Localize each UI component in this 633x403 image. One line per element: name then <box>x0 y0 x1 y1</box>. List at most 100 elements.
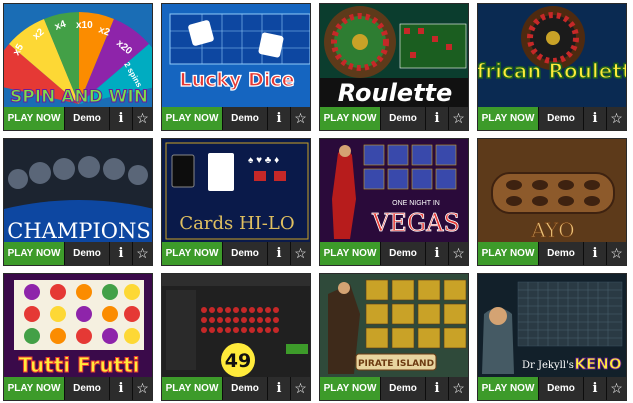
game-logo: PIRATE ISLAND <box>358 359 434 369</box>
play-now-button[interactable]: PLAY NOW <box>320 107 381 130</box>
demo-button[interactable]: Demo <box>539 242 584 265</box>
game-thumbnail[interactable]: Dr Jekyll's KENO <box>478 274 626 378</box>
demo-button[interactable]: Demo <box>381 242 426 265</box>
info-icon[interactable]: i <box>110 107 133 130</box>
game-card-lucky-dice: Lucky Dice PLAY NOW Demo i ☆ <box>161 3 311 131</box>
info-icon[interactable]: i <box>110 377 133 400</box>
demo-button[interactable]: Demo <box>223 107 268 130</box>
game-thumbnail[interactable]: ONE NIGHT IN VEGAS <box>320 139 468 243</box>
game-logo: KENO <box>574 355 621 373</box>
demo-button[interactable]: Demo <box>223 377 268 400</box>
lucky-dice-artwork: Lucky Dice <box>162 4 310 108</box>
game-card-roulette: Roulette PLAY NOW Demo i ☆ <box>319 3 469 131</box>
champions-artwork: CHAMPIONS <box>4 139 152 243</box>
demo-button[interactable]: Demo <box>65 107 110 130</box>
game-card-african-roulette: African Roulette PLAY NOW Demo i ☆ <box>477 3 627 131</box>
play-now-button[interactable]: PLAY NOW <box>478 377 539 400</box>
info-icon[interactable]: i <box>584 107 607 130</box>
game-action-bar: PLAY NOW Demo i ☆ <box>320 377 468 400</box>
game-logo: Lucky Dice <box>180 69 295 91</box>
info-icon[interactable]: i <box>426 107 449 130</box>
info-icon[interactable]: i <box>268 242 291 265</box>
game-action-bar: PLAY NOW Demo i ☆ <box>320 107 468 130</box>
game-card-tutti-frutti: Tutti Frutti PLAY NOW Demo i ☆ <box>3 273 153 401</box>
play-now-button[interactable]: PLAY NOW <box>4 107 65 130</box>
game-logo: 49 <box>225 350 251 372</box>
play-now-button[interactable]: PLAY NOW <box>320 377 381 400</box>
game-action-bar: PLAY NOW Demo i ☆ <box>4 242 152 265</box>
star-icon[interactable]: ☆ <box>449 242 468 265</box>
game-card-pirate-island: PIRATE ISLAND PLAY NOW Demo i ☆ <box>319 273 469 401</box>
game-thumbnail[interactable]: 49 <box>162 274 310 378</box>
game-action-bar: PLAY NOW Demo i ☆ <box>162 107 310 130</box>
star-icon[interactable]: ☆ <box>607 242 626 265</box>
game-logo: Tutti Frutti <box>18 353 139 377</box>
african-roulette-artwork: African Roulette <box>478 4 626 108</box>
game-card-one-night-in-vegas: ONE NIGHT IN VEGAS PLAY NOW Demo i ☆ <box>319 138 469 266</box>
game-thumbnail[interactable]: Lucky Dice <box>162 4 310 108</box>
star-icon[interactable]: ☆ <box>133 377 152 400</box>
play-now-button[interactable]: PLAY NOW <box>162 107 223 130</box>
star-icon[interactable]: ☆ <box>291 107 310 130</box>
demo-button[interactable]: Demo <box>65 377 110 400</box>
info-icon[interactable]: i <box>426 377 449 400</box>
star-icon[interactable]: ☆ <box>291 242 310 265</box>
game-thumbnail[interactable]: x5 x2 x4 x10 x2 x20 2 spins SPIN AND WIN <box>4 4 152 108</box>
demo-button[interactable]: Demo <box>381 107 426 130</box>
game-action-bar: PLAY NOW Demo i ☆ <box>478 377 626 400</box>
svg-text:♠ ♥ ♣ ♦: ♠ ♥ ♣ ♦ <box>248 155 279 166</box>
spin-wheel-artwork: x5 x2 x4 x10 x2 x20 2 spins SPIN AND WIN <box>4 4 152 108</box>
demo-button[interactable]: Demo <box>539 107 584 130</box>
game-thumbnail[interactable]: PIRATE ISLAND <box>320 274 468 378</box>
info-icon[interactable]: i <box>110 242 133 265</box>
ayo-artwork: AYO <box>478 139 626 243</box>
game-thumbnail[interactable]: African Roulette <box>478 4 626 108</box>
wheel-label: x10 <box>76 20 93 31</box>
play-now-button[interactable]: PLAY NOW <box>162 377 223 400</box>
game-action-bar: PLAY NOW Demo i ☆ <box>162 377 310 400</box>
star-icon[interactable]: ☆ <box>291 377 310 400</box>
game-action-bar: PLAY NOW Demo i ☆ <box>478 107 626 130</box>
game-card-49: 49 PLAY NOW Demo i ☆ <box>161 273 311 401</box>
game-logo: VEGAS <box>371 209 460 237</box>
tutti-frutti-artwork: Tutti Frutti <box>4 274 152 378</box>
star-icon[interactable]: ☆ <box>133 242 152 265</box>
demo-button[interactable]: Demo <box>381 377 426 400</box>
game-thumbnail[interactable]: Tutti Frutti <box>4 274 152 378</box>
play-now-button[interactable]: PLAY NOW <box>4 377 65 400</box>
star-icon[interactable]: ☆ <box>449 107 468 130</box>
game-logo: AYO <box>530 218 574 242</box>
game-card-dr-jekylls-keno: Dr Jekyll's KENO PLAY NOW Demo i ☆ <box>477 273 627 401</box>
star-icon[interactable]: ☆ <box>607 377 626 400</box>
game-thumbnail[interactable]: ♠ ♥ ♣ ♦ Cards HI-LO <box>162 139 310 243</box>
star-icon[interactable]: ☆ <box>607 107 626 130</box>
star-icon[interactable]: ☆ <box>133 107 152 130</box>
play-now-button[interactable]: PLAY NOW <box>162 242 223 265</box>
info-icon[interactable]: i <box>584 242 607 265</box>
game-thumbnail[interactable]: Roulette <box>320 4 468 108</box>
play-now-button[interactable]: PLAY NOW <box>4 242 65 265</box>
play-now-button[interactable]: PLAY NOW <box>478 107 539 130</box>
game-thumbnail[interactable]: AYO <box>478 139 626 243</box>
demo-button[interactable]: Demo <box>223 242 268 265</box>
keno-artwork: Dr Jekyll's KENO <box>478 274 626 378</box>
info-icon[interactable]: i <box>426 242 449 265</box>
game-action-bar: PLAY NOW Demo i ☆ <box>320 242 468 265</box>
game-card-ayo: AYO PLAY NOW Demo i ☆ <box>477 138 627 266</box>
demo-button[interactable]: Demo <box>65 242 110 265</box>
game-card-champions: CHAMPIONS PLAY NOW Demo i ☆ <box>3 138 153 266</box>
game-card-spin-and-win: x5 x2 x4 x10 x2 x20 2 spins SPIN AND WIN… <box>3 3 153 131</box>
game-thumbnail[interactable]: CHAMPIONS <box>4 139 152 243</box>
star-icon[interactable]: ☆ <box>449 377 468 400</box>
game-logo-prefix: Dr Jekyll's <box>522 360 574 371</box>
demo-button[interactable]: Demo <box>539 377 584 400</box>
game-logo: SPIN AND WIN <box>10 87 148 107</box>
info-icon[interactable]: i <box>268 107 291 130</box>
game-card-cards-hi-lo: ♠ ♥ ♣ ♦ Cards HI-LO PLAY NOW Demo i ☆ <box>161 138 311 266</box>
play-now-button[interactable]: PLAY NOW <box>320 242 381 265</box>
game-logo: CHAMPIONS <box>7 219 150 243</box>
info-icon[interactable]: i <box>584 377 607 400</box>
game-logo: African Roulette <box>478 59 626 83</box>
info-icon[interactable]: i <box>268 377 291 400</box>
play-now-button[interactable]: PLAY NOW <box>478 242 539 265</box>
